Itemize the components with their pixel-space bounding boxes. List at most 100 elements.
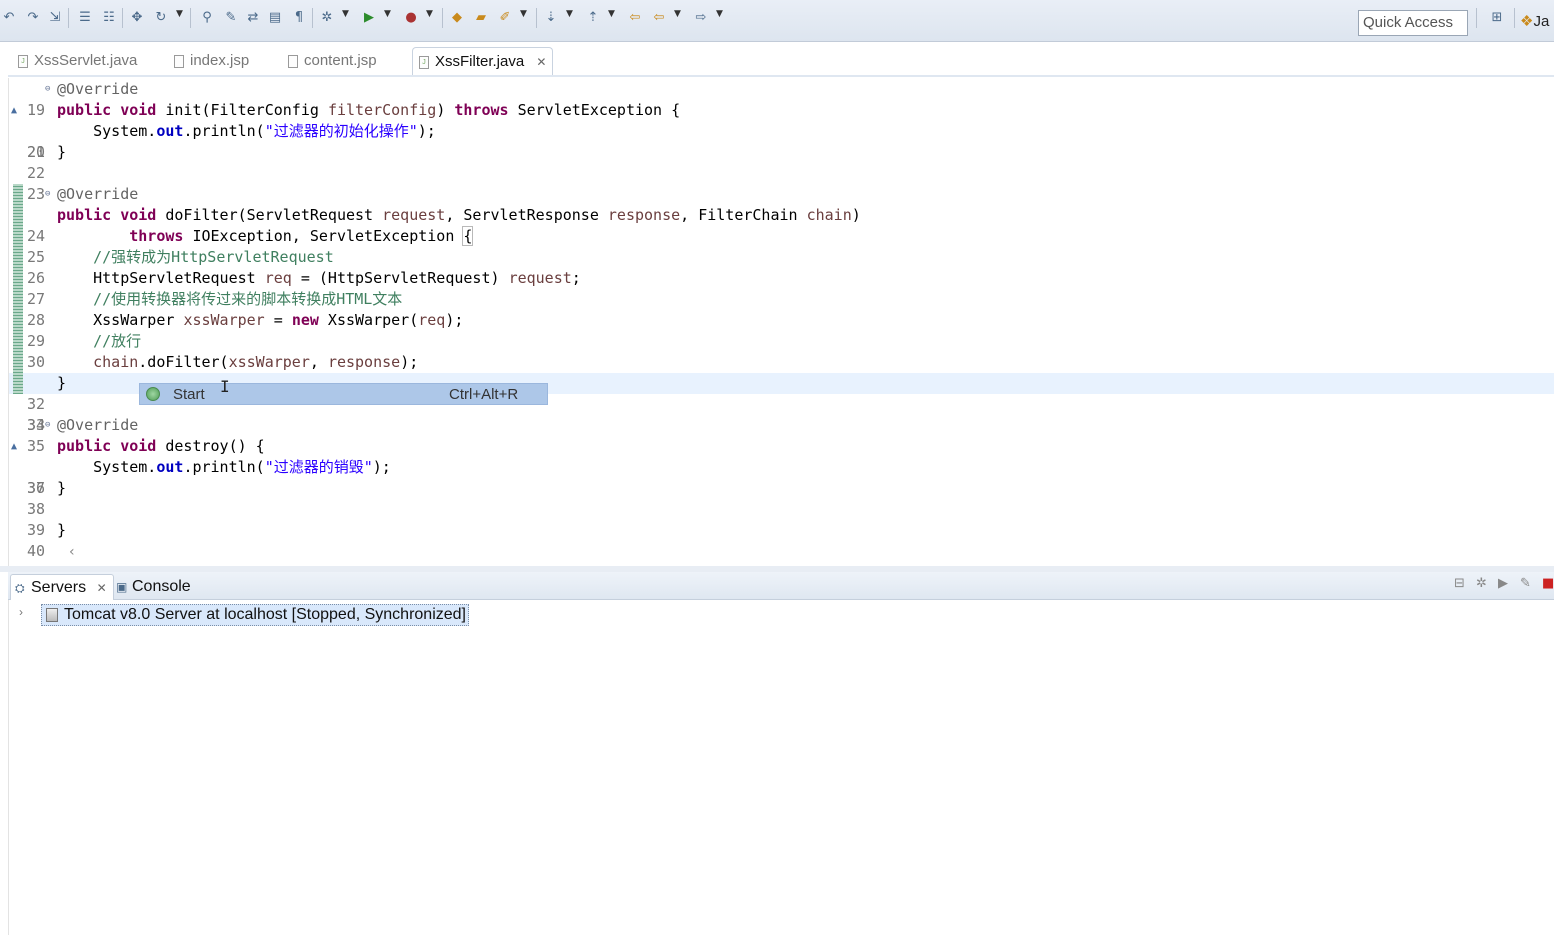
tab-label: content.jsp: [304, 52, 377, 69]
new-package-icon[interactable]: ✥: [128, 8, 146, 26]
tab-index-jsp[interactable]: index.jsp: [168, 47, 255, 75]
change-marker: [13, 352, 23, 373]
tab-servers[interactable]: ⛭ Servers ✕: [10, 574, 114, 600]
console-icon: ▣: [116, 580, 128, 594]
code-line[interactable]: 30 XssWarper xssWarper = new XssWarper(r…: [9, 310, 1554, 371]
tab-underline: [8, 75, 1554, 77]
debug-icon[interactable]: ✲: [318, 8, 336, 26]
redo-icon[interactable]: ↷: [24, 8, 42, 26]
dropdown-arrow-icon[interactable]: ▼: [566, 9, 573, 19]
override-marker-icon[interactable]: ▲: [11, 436, 17, 457]
java-perspective-label: Ja: [1533, 13, 1550, 30]
back-icon[interactable]: ⇦: [650, 8, 668, 26]
server-item-selection[interactable]: Tomcat v8.0 Server at localhost [Stopped…: [41, 604, 469, 626]
toggle-mark-icon[interactable]: ☰: [76, 8, 94, 26]
code-line[interactable]: 38 }: [9, 478, 1554, 518]
java-perspective-button[interactable]: ❖Ja: [1520, 12, 1549, 30]
scroll-left-icon[interactable]: ‹: [69, 544, 75, 560]
search-icon[interactable]: ⚲: [198, 8, 216, 26]
code-line[interactable]: 26 throws IOException, ServletException …: [9, 226, 1554, 287]
forward-icon[interactable]: ⇨: [692, 8, 710, 26]
dropdown-arrow-icon[interactable]: ▼: [520, 9, 527, 19]
expand-chevron-icon[interactable]: ›: [19, 605, 23, 619]
brush-icon[interactable]: ✐: [496, 8, 514, 26]
quick-access-input[interactable]: Quick Access: [1358, 10, 1468, 36]
code-line[interactable]: ▲ 20 public void init(FilterConfig filte…: [9, 100, 1554, 161]
dropdown-arrow-icon[interactable]: ▼: [674, 9, 681, 19]
fold-collapse-icon[interactable]: ⊖: [45, 79, 50, 100]
code-line[interactable]: 24 ⊖ @Override: [9, 184, 1554, 245]
tab-console[interactable]: ▣ Console: [112, 574, 197, 600]
change-marker: [13, 247, 23, 268]
text-cursor-icon: I: [220, 377, 230, 396]
server-label: Tomcat v8.0 Server at localhost [Stopped…: [64, 606, 466, 623]
change-marker: [13, 268, 23, 289]
code-line[interactable]: 39: [9, 499, 1554, 539]
code-line[interactable]: 21 System.out.println("过滤器的初始化操作");: [9, 121, 1554, 161]
dropdown-arrow-icon[interactable]: ▼: [426, 9, 433, 19]
tab-content-jsp[interactable]: content.jsp: [282, 47, 383, 75]
next-edit-icon[interactable]: ⇣: [542, 8, 560, 26]
code-line[interactable]: 23: [9, 163, 1554, 203]
dropdown-arrow-icon[interactable]: ▼: [176, 9, 183, 19]
code-line[interactable]: 31 //放行: [9, 331, 1554, 392]
run-icon[interactable]: ▶: [360, 8, 378, 26]
paragraph-icon[interactable]: ¶: [290, 8, 308, 26]
code-text: @Override: [57, 416, 139, 434]
open-perspective-icon[interactable]: ⊞: [1488, 8, 1506, 26]
change-marker: [13, 205, 23, 226]
editor-tab-bar: J XssServlet.java index.jsp content.jsp …: [8, 43, 1554, 75]
code-text: public void init(FilterConfig filterConf…: [57, 101, 681, 119]
code-line[interactable]: 29 //使用转换器将传过来的脚本转换成HTML文本: [9, 289, 1554, 350]
jsp-file-icon: [288, 55, 298, 68]
close-icon[interactable]: ✕: [536, 55, 546, 69]
code-line[interactable]: 32 chain.doFilter(xssWarper, response);: [9, 352, 1554, 413]
last-edit-icon[interactable]: ⇦: [626, 8, 644, 26]
code-line[interactable]: 25 public void doFilter(ServletRequest r…: [9, 205, 1554, 266]
dropdown-arrow-icon[interactable]: ▼: [608, 9, 615, 19]
code-line[interactable]: 40 }: [9, 520, 1554, 560]
tab-xssfilter-java[interactable]: J XssFilter.java ✕: [412, 47, 554, 75]
code-line[interactable]: 22 }: [9, 142, 1554, 182]
dropdown-arrow-icon[interactable]: ▼: [384, 9, 391, 19]
code-line[interactable]: 37 System.out.println("过滤器的销毁");: [9, 457, 1554, 497]
save-icon[interactable]: ⇲: [46, 8, 64, 26]
code-editor[interactable]: 19 ⊖ @Override ▲ 20 public void init(Fil…: [8, 78, 1554, 566]
whitespace-icon[interactable]: ▤: [266, 8, 284, 26]
override-marker-icon[interactable]: ▲: [11, 100, 17, 121]
code-line[interactable]: 28 HttpServletRequest req = (HttpServlet…: [9, 268, 1554, 329]
code-line[interactable]: 27 //强转成为HttpServletRequest: [9, 247, 1554, 308]
stop-server-icon[interactable]: ■: [1542, 576, 1554, 591]
code-line[interactable]: ▲ 36 public void destroy() {: [9, 436, 1554, 497]
collapse-all-icon[interactable]: ⊟: [1454, 576, 1465, 591]
dropdown-arrow-icon[interactable]: ▼: [716, 9, 723, 19]
pen-icon[interactable]: ✎: [222, 8, 240, 26]
popup-item-shortcut: Ctrl+Alt+R: [449, 386, 519, 403]
prev-edit-icon[interactable]: ⇡: [584, 8, 602, 26]
toggle-block-icon[interactable]: ☷: [100, 8, 118, 26]
tab-xssservlet-java[interactable]: J XssServlet.java: [12, 47, 143, 75]
servers-view: › Tomcat v8.0 Server at localhost [Stopp…: [8, 600, 1554, 935]
refresh-icon[interactable]: ↻: [152, 8, 170, 26]
dropdown-arrow-icon[interactable]: ▼: [342, 9, 349, 19]
code-line[interactable]: 35 ⊖ @Override: [9, 415, 1554, 455]
quick-assist-popup[interactable]: Start Ctrl+Alt+R: [139, 383, 548, 405]
open-type-icon[interactable]: ◆: [448, 8, 466, 26]
next-annotation-icon[interactable]: ⇄: [244, 8, 262, 26]
close-icon[interactable]: ✕: [97, 581, 107, 595]
undo-icon[interactable]: ↶: [0, 8, 18, 26]
code-text: public void destroy() {: [57, 437, 265, 455]
open-folder-icon[interactable]: ▰: [472, 8, 490, 26]
change-marker: [13, 184, 23, 205]
code-text: public void doFilter(ServletRequest requ…: [57, 206, 861, 224]
popup-item-label: Start: [173, 386, 205, 403]
fold-collapse-icon[interactable]: ⊖: [45, 184, 50, 205]
code-line[interactable]: 19 ⊖ @Override: [9, 79, 1554, 119]
debug-server-icon[interactable]: ✲: [1476, 576, 1487, 591]
toolbar-separator: [312, 8, 313, 28]
external-tools-icon[interactable]: ●: [402, 8, 420, 26]
line-number: 40: [26, 542, 45, 560]
fold-collapse-icon[interactable]: ⊖: [45, 415, 50, 436]
start-server-button-icon[interactable]: ▶: [1498, 576, 1508, 591]
profile-server-icon[interactable]: ✎: [1520, 576, 1531, 591]
